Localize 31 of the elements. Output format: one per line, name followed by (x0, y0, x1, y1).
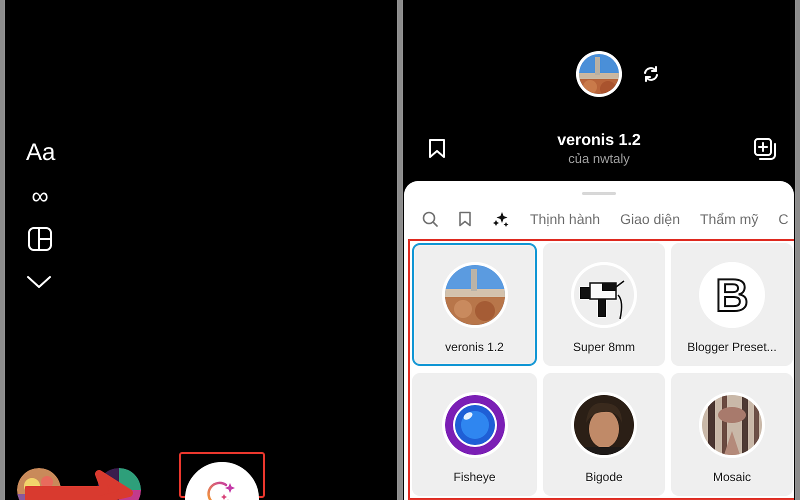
lens-icon (444, 395, 504, 455)
tool-button[interactable]: ∞ (26, 182, 54, 212)
chevron-down-icon[interactable] (26, 274, 52, 290)
refresh-icon[interactable] (642, 64, 660, 83)
effect-tile[interactable]: B Blogger Preset... (671, 243, 793, 366)
bookmark-icon[interactable] (428, 138, 446, 160)
tool-button[interactable]: Aa (26, 138, 54, 168)
tab[interactable]: Giao diện (610, 207, 690, 233)
camera-icon (574, 265, 634, 325)
bookmark-icon (458, 211, 472, 228)
effect-tile[interactable]: veronis 1.2 (412, 243, 537, 366)
add-to-collection-icon[interactable] (753, 137, 777, 161)
effect-tile[interactable]: Bigode (543, 373, 665, 496)
effect-name: veronis 1.2 (445, 339, 504, 356)
drag-handle (582, 192, 616, 196)
tab[interactable]: Thẩm mỹ (690, 207, 768, 233)
layout-icon[interactable] (27, 226, 53, 252)
effect-name: Mosaic (712, 469, 751, 486)
effect-name: Super 8mm (572, 339, 636, 356)
effect-name: Fisheye (453, 469, 496, 486)
effect-title: veronis 1.2 (557, 131, 641, 151)
effect-tile[interactable]: Mosaic (671, 373, 793, 496)
effect-tile[interactable]: Super 8mm (543, 243, 665, 366)
effect-name: Bigode (585, 469, 623, 486)
tab[interactable]: C (768, 207, 794, 233)
tab[interactable]: Thịnh hành (520, 207, 610, 233)
search-icon (422, 211, 438, 228)
effect-author: của nwtaly (567, 151, 631, 167)
effect-tile[interactable]: Fisheye (412, 373, 537, 496)
effect-name: Blogger Preset... (687, 339, 777, 356)
sparkles-icon (492, 210, 510, 228)
